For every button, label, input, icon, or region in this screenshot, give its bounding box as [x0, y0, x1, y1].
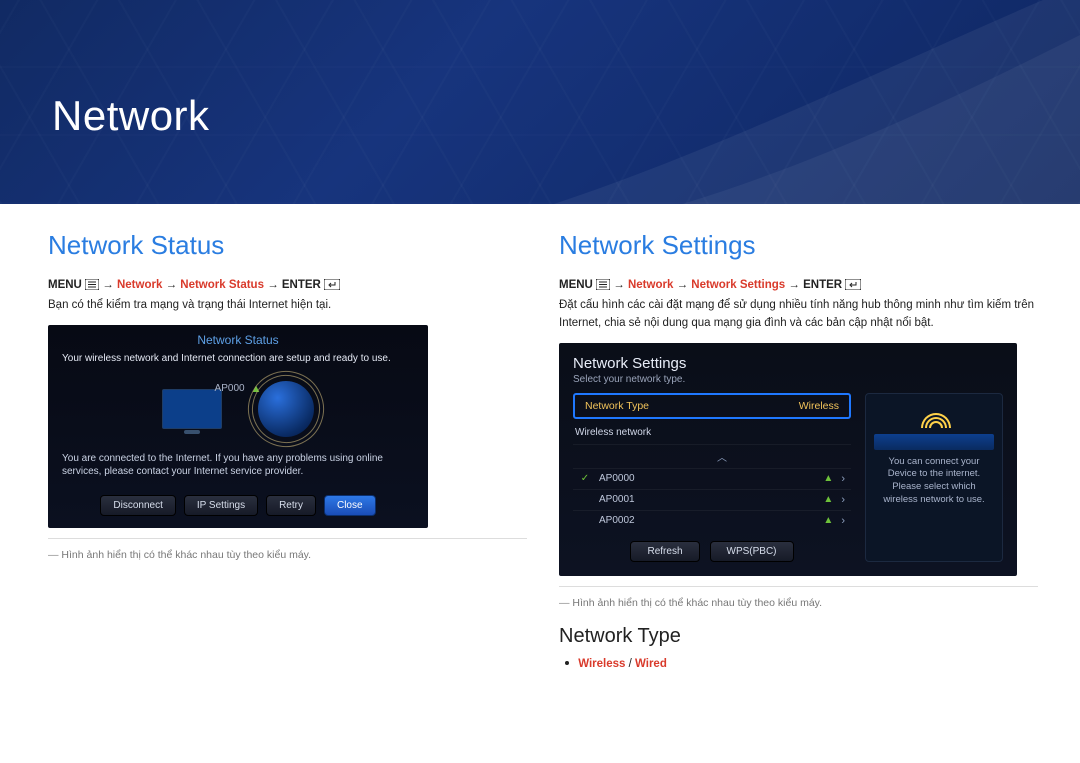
nav-seg-network: Network — [628, 279, 673, 291]
retry-button[interactable]: Retry — [266, 495, 316, 516]
section-heading-network-settings: Network Settings — [559, 230, 1038, 261]
tv-icon — [162, 389, 222, 429]
shot-visual-row: AP000 ▲ — [48, 372, 428, 446]
network-type-row[interactable]: Network Type Wireless — [573, 393, 851, 419]
shot-subtitle: Select your network type. — [573, 374, 1003, 385]
ap-row[interactable]: AP0001 ▲ › — [573, 489, 851, 510]
shot-side-panel: You can connect your Device to the inter… — [865, 393, 1003, 562]
network-type-key: Network Type — [585, 400, 649, 412]
globe-icon — [258, 381, 314, 437]
menu-icon — [85, 279, 99, 290]
column-left: Network Status MENU Network Network Stat… — [48, 230, 527, 670]
check-icon: ✓ — [579, 473, 591, 484]
screenshot-network-status: Network Status Your wireless network and… — [48, 325, 428, 528]
nav-enter-label: ENTER — [282, 279, 321, 291]
option-line: Wireless / Wired — [565, 658, 1038, 670]
sub-heading-network-type: Network Type — [559, 625, 1038, 648]
nav-menu-label: MENU — [559, 279, 593, 291]
shot-left-panel: Network Type Wireless Wireless network ︿… — [573, 393, 851, 562]
header-curve — [330, 0, 1080, 204]
arrow-icon — [677, 279, 692, 291]
section-heading-network-status: Network Status — [48, 230, 527, 261]
option-separator: / — [625, 658, 635, 670]
enter-icon — [845, 279, 861, 290]
ip-settings-button[interactable]: IP Settings — [184, 495, 258, 516]
signal-icon: ▲ — [823, 494, 833, 505]
list-scroll-up[interactable]: ︿ — [573, 444, 851, 468]
nav-seg-network-status: Network Status — [180, 279, 264, 291]
chapter-title: Network — [52, 92, 210, 140]
nav-menu-label: MENU — [48, 279, 82, 291]
wps-button[interactable]: WPS(PBC) — [710, 541, 794, 562]
ap-row[interactable]: AP0002 ▲ › — [573, 510, 851, 531]
option-wired: Wired — [635, 658, 667, 670]
image-caption: Hình ảnh hiển thị có thể khác nhau tùy t… — [559, 586, 1038, 609]
ap-row[interactable]: ✓ AP0000 ▲ › — [573, 468, 851, 489]
shot-subtitle: Your wireless network and Internet conne… — [48, 353, 428, 372]
nav-seg-network: Network — [117, 279, 162, 291]
refresh-button[interactable]: Refresh — [630, 541, 699, 562]
menu-path-line: MENU Network Network Status ENTER — [48, 279, 527, 291]
section-description: Đặt cấu hình các cài đặt mạng để sử dụng… — [559, 297, 1038, 333]
arrow-icon — [102, 279, 117, 291]
network-type-value: Wireless — [799, 400, 839, 412]
signal-icon: ▲ — [823, 515, 833, 526]
document-page: Network Network Status MENU Network Netw… — [0, 0, 1080, 763]
ap-name: AP0000 — [599, 473, 815, 484]
screenshot-network-settings: Network Settings Select your network typ… — [559, 343, 1017, 576]
close-button[interactable]: Close — [324, 495, 376, 516]
nav-enter-label: ENTER — [803, 279, 842, 291]
arrow-icon — [788, 279, 803, 291]
shot-panel-row: Network Type Wireless Wireless network ︿… — [573, 393, 1003, 562]
arrow-icon — [267, 279, 282, 291]
arrow-icon — [166, 279, 181, 291]
option-wireless: Wireless — [578, 658, 625, 670]
shot-button-row: Disconnect IP Settings Retry Close — [48, 491, 428, 518]
menu-icon — [596, 279, 610, 290]
menu-path-line: MENU Network Network Settings ENTER — [559, 279, 1038, 291]
shot-message: You are connected to the Internet. If yo… — [48, 446, 428, 491]
section-description: Bạn có thể kiểm tra mạng và trạng thái I… — [48, 297, 527, 315]
disconnect-button[interactable]: Disconnect — [100, 495, 175, 516]
shot-title: Network Settings — [573, 355, 1003, 372]
chevron-up-icon: ︿ — [599, 449, 845, 464]
ap-name: AP0001 — [599, 494, 815, 505]
wifi-signal-icon — [920, 404, 948, 428]
nav-seg-network-settings: Network Settings — [691, 279, 785, 291]
ap-name: AP0002 — [599, 515, 815, 526]
chevron-right-icon: › — [841, 494, 845, 506]
image-caption: Hình ảnh hiển thị có thể khác nhau tùy t… — [48, 538, 527, 561]
device-strip-icon — [874, 434, 994, 450]
signal-icon: ▲ — [823, 473, 833, 484]
ap-name: AP000 — [215, 383, 245, 394]
content-columns: Network Status MENU Network Network Stat… — [0, 204, 1080, 670]
chevron-right-icon: › — [841, 515, 845, 527]
side-panel-text: You can connect your Device to the inter… — [874, 456, 994, 507]
arrow-icon — [613, 279, 628, 291]
chevron-right-icon: › — [841, 473, 845, 485]
wireless-network-label: Wireless network — [573, 423, 851, 444]
chapter-header: Network — [0, 0, 1080, 204]
shot-button-row: Refresh WPS(PBC) — [573, 541, 851, 562]
shot-title: Network Status — [48, 325, 428, 353]
column-right: Network Settings MENU Network Network Se… — [559, 230, 1038, 670]
enter-icon — [324, 279, 340, 290]
bullet-icon — [565, 661, 569, 665]
